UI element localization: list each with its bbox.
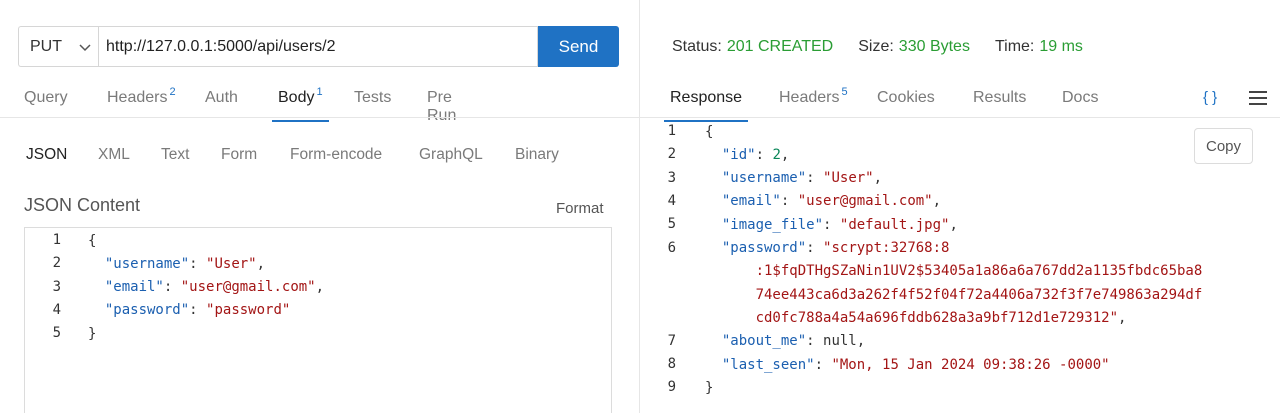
response-tab-cookies[interactable]: Cookies (877, 82, 935, 122)
request-line-number: 1 (52, 232, 61, 248)
body-type-graphql[interactable]: GraphQL (419, 146, 483, 164)
copy-button[interactable]: Copy (1194, 128, 1253, 164)
tab-label: Pre Run (427, 89, 457, 124)
response-status-bar: Status: 201 CREATED Size: 330 Bytes Time… (672, 38, 1108, 56)
request-code-line: "email": "user@gmail.com", (104, 279, 325, 296)
response-code-line: 74ee443ca6d3a262f4f52f04f72a4406a732f3f7… (705, 286, 1203, 303)
request-tab-query[interactable]: Query (24, 82, 68, 122)
response-line-number: 9 (667, 379, 676, 396)
request-line-number: 5 (52, 325, 61, 342)
response-line-number: 1 (667, 123, 676, 139)
response-code-line: "image_file": "default.jpg", (721, 216, 958, 233)
response-tab-results[interactable]: Results (973, 82, 1026, 122)
response-code-line: { (705, 123, 714, 140)
response-tab-response[interactable]: Response (663, 82, 749, 122)
braces-icon[interactable]: { } (1203, 89, 1217, 106)
request-code-line: "password": "password" (104, 302, 291, 319)
response-line-number: 6 (667, 239, 676, 256)
response-tab-headers[interactable]: Headers 5 (779, 82, 848, 122)
request-line-number: 2 (52, 255, 61, 272)
response-code-line: "password": "scrypt:32768:8 (721, 240, 950, 256)
response-line-number: 5 (667, 216, 676, 233)
response-line-number: 7 (667, 332, 676, 349)
tab-label: Docs (1062, 89, 1099, 106)
response-line-number: 4 (667, 192, 676, 209)
tab-label: Cookies (877, 89, 935, 106)
body-type-form[interactable]: Form (221, 146, 257, 164)
format-button[interactable]: Format (556, 200, 604, 217)
request-line-number: 4 (52, 301, 61, 318)
request-code-line: "username": "User", (104, 255, 266, 272)
response-line-number: 8 (667, 356, 676, 372)
tab-label: Tests (354, 89, 392, 106)
response-code-line: "username": "User", (721, 170, 883, 187)
response-code-line: "about_me": null, (721, 333, 866, 350)
request-code-line: } (88, 325, 97, 342)
status-label: Status: (672, 38, 722, 55)
response-line-number: 2 (667, 146, 676, 163)
request-tab-auth[interactable]: Auth (205, 82, 238, 122)
request-tab-headers[interactable]: Headers 2 (107, 82, 176, 122)
response-code-line: "last_seen": "Mon, 15 Jan 2024 09:38:26 … (721, 356, 1110, 373)
response-tabs-divider (640, 117, 1280, 118)
body-type-text[interactable]: Text (161, 146, 189, 164)
tab-label: Query (24, 89, 68, 106)
tab-label: Response (670, 89, 743, 106)
menu-icon[interactable] (1249, 91, 1267, 105)
tab-badge: 5 (841, 86, 848, 98)
request-line-number: 3 (52, 278, 61, 295)
response-code-line: "email": "user@gmail.com", (721, 193, 942, 210)
response-pane: Status: 201 CREATED Size: 330 Bytes Time… (640, 0, 1280, 413)
tab-badge: 1 (316, 86, 323, 98)
response-line-number: 3 (667, 169, 676, 186)
chevron-down-icon (79, 44, 91, 52)
size-value: 330 Bytes (898, 38, 970, 55)
response-code-line: cd0fc788a4a54a696fddb628a3a9bf712d1e7293… (705, 309, 1127, 326)
tab-label: Headers (107, 89, 168, 106)
tab-label: Auth (205, 89, 238, 106)
response-code-line: "id": 2, (721, 146, 790, 163)
request-tabs-divider (0, 117, 639, 118)
method-select[interactable]: PUT (18, 26, 98, 67)
tab-label: Headers (779, 89, 840, 106)
request-tab-body[interactable]: Body 1 (272, 82, 329, 122)
json-content-title: JSON Content (24, 195, 141, 215)
request-tab-tests[interactable]: Tests (354, 82, 391, 122)
body-type-binary[interactable]: Binary (515, 146, 559, 164)
request-tab-pre-run[interactable]: Pre Run (427, 82, 457, 124)
send-button[interactable]: Send (538, 26, 619, 67)
request-code-line: { (88, 232, 97, 249)
response-tab-docs[interactable]: Docs (1062, 82, 1098, 122)
tab-label: Results (973, 89, 1027, 106)
tab-label: Body (278, 89, 315, 106)
tab-badge: 2 (169, 86, 176, 98)
request-pane: PUT http://127.0.0.1:5000/api/users/2 Se… (0, 0, 639, 413)
method-value: PUT (30, 37, 62, 55)
url-input[interactable]: http://127.0.0.1:5000/api/users/2 (98, 26, 538, 67)
response-code-line: } (705, 379, 714, 396)
status-value: 201 CREATED (726, 38, 834, 55)
body-type-xml[interactable]: XML (98, 146, 130, 164)
url-bar: PUT http://127.0.0.1:5000/api/users/2 Se… (18, 26, 619, 67)
size-label: Size: (858, 38, 894, 55)
body-type-json[interactable]: JSON (26, 146, 67, 164)
body-type-form-encode[interactable]: Form-encode (290, 146, 382, 164)
request-body-editor[interactable]: 1 {2 "username": "User", 3 "email": "user@… (24, 227, 612, 413)
time-value: 19 ms (1039, 38, 1083, 55)
response-code-line: :1$fqDTHgSZaNin1UV2$53405a1a86a6a767dd2a… (705, 263, 1203, 280)
time-label: Time: (994, 38, 1035, 55)
